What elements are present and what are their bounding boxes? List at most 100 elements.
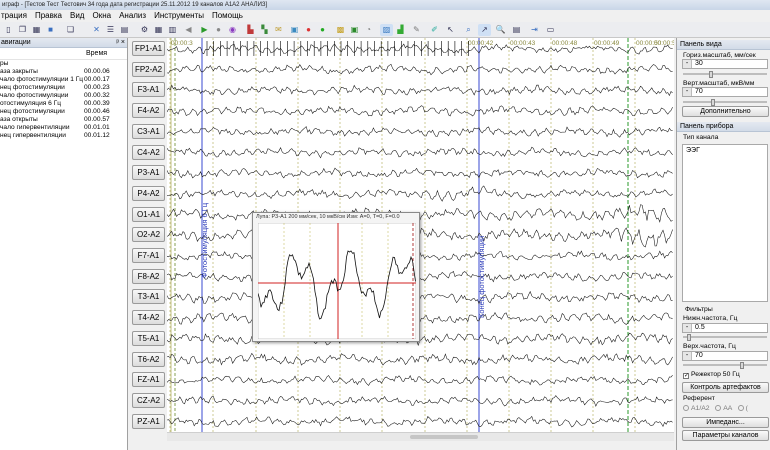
settings-icon[interactable]: ⚙: [138, 24, 151, 36]
impedance-button[interactable]: Импеданс...: [682, 417, 769, 428]
hscale-spinbox[interactable]: - 30: [682, 59, 768, 69]
zoom-icon[interactable]: ⌕: [462, 24, 475, 36]
export-icon[interactable]: ⇥: [528, 24, 541, 36]
map-icon[interactable]: ▦: [30, 24, 43, 36]
channel-label-f8-a2[interactable]: F8-A2: [132, 268, 165, 284]
spectrum-icon[interactable]: ▙: [244, 24, 257, 36]
channel-label-c4-a2[interactable]: C4-A2: [132, 144, 165, 160]
time-column-header[interactable]: Время: [86, 48, 107, 60]
artifact-control-button[interactable]: Контроль артефактов: [682, 382, 769, 393]
menu-view[interactable]: Вид: [70, 10, 84, 22]
pin-close-icon[interactable]: ᵖ ×: [116, 38, 125, 48]
channel-params-button[interactable]: Параметры каналов: [682, 430, 769, 441]
horizontal-scrollbar[interactable]: [167, 432, 674, 441]
menu-help[interactable]: Помощь: [212, 10, 243, 22]
folder-icon[interactable]: ▨: [380, 24, 393, 36]
slider-knob[interactable]: [687, 334, 691, 341]
tools-icon[interactable]: ✕: [90, 24, 103, 36]
highfreq-slider[interactable]: [683, 362, 767, 369]
channel-label-p4-a2[interactable]: P4-A2: [132, 185, 165, 201]
play-icon[interactable]: ▶: [198, 24, 211, 36]
monitor-icon[interactable]: ▭: [544, 24, 557, 36]
channel-label-t5-a1[interactable]: T5-A1: [132, 330, 165, 346]
channel-label-fp2-a2[interactable]: FP2-A2: [132, 61, 165, 77]
channel-label-f3-a1[interactable]: F3-A1: [132, 82, 165, 98]
event-row[interactable]: чало гипервентиляции 00.01.01: [0, 124, 127, 132]
stats-icon[interactable]: ▟: [394, 24, 407, 36]
menu-tools[interactable]: Инструменты: [154, 10, 204, 22]
pointer-icon[interactable]: ↖: [444, 24, 457, 36]
grid-icon[interactable]: ▦: [152, 24, 165, 36]
channel-label-pz-a1[interactable]: PZ-A1: [132, 413, 165, 429]
mail-icon[interactable]: ✉: [272, 24, 285, 36]
print-icon[interactable]: ▤: [510, 24, 523, 36]
channel-label-o1-a1[interactable]: O1-A1: [132, 206, 165, 222]
vscale-decrement-button[interactable]: -: [683, 88, 692, 96]
slider-knob[interactable]: [740, 362, 744, 369]
red-circle-icon[interactable]: ●: [302, 24, 315, 36]
notch-filter-checkbox[interactable]: ✓ Режектор 50 Гц: [683, 371, 740, 379]
list-icon[interactable]: ☰: [104, 24, 117, 36]
lowfreq-spinbox[interactable]: - 0.5: [682, 323, 768, 333]
radio-a1a2[interactable]: [683, 405, 689, 411]
scrollbar-thumb[interactable]: [410, 435, 478, 439]
highfreq-spinbox[interactable]: - 70: [682, 351, 768, 361]
magnifier-icon[interactable]: 🔍: [494, 24, 507, 36]
vscale-spinbox[interactable]: - 70: [682, 87, 768, 97]
radio-other[interactable]: [737, 405, 744, 411]
eeg-trace-area[interactable]: 00:00:3 00:00:42 00:00:43 00:00:48 00:00:49 0…: [167, 38, 674, 432]
image-icon[interactable]: ▣: [288, 24, 301, 36]
channel-label-p3-a1[interactable]: P3-A1: [132, 165, 165, 181]
pencil-icon[interactable]: ✎: [410, 24, 423, 36]
new-window-icon[interactable]: ❐: [16, 24, 29, 36]
channel-label-f4-a2[interactable]: F4-A2: [132, 103, 165, 119]
layout-icon[interactable]: ▥: [166, 24, 179, 36]
lowfreq-decrement-button[interactable]: -: [683, 324, 692, 332]
highfreq-decrement-button[interactable]: -: [683, 352, 692, 360]
channel-label-fp1-a1[interactable]: FP1-A1: [132, 41, 165, 56]
checkbox-checked-icon[interactable]: ✓: [683, 373, 689, 379]
more-button[interactable]: Дополнительно: [682, 106, 769, 117]
event-row[interactable]: чало фотостимуляции 00.00.32: [0, 92, 127, 100]
record-icon[interactable]: ●: [212, 24, 225, 36]
radio-aa[interactable]: [715, 405, 722, 411]
event-row[interactable]: чало фотостимуляции 1 Гц 00.00.17: [0, 76, 127, 84]
slider-knob[interactable]: [711, 99, 715, 106]
channel-label-t3-a1[interactable]: T3-A1: [132, 289, 165, 305]
arrow-left-icon[interactable]: ◀: [182, 24, 195, 36]
channel-type-list[interactable]: ЭЭГ: [682, 144, 768, 302]
brush-icon[interactable]: ✐: [428, 24, 441, 36]
circle-icon[interactable]: ◉: [226, 24, 239, 36]
event-row[interactable]: аза открыты 00.00.57: [0, 116, 127, 124]
cursor-icon[interactable]: ↗: [478, 24, 491, 36]
chart-icon[interactable]: ▚: [258, 24, 271, 36]
stop-icon[interactable]: ■: [44, 24, 57, 36]
green-circle-icon[interactable]: ●: [316, 24, 329, 36]
doc-icon[interactable]: ▯: [2, 24, 15, 36]
menu-analysis[interactable]: Анализ: [119, 10, 146, 22]
channel-label-t6-a2[interactable]: T6-A2: [132, 351, 165, 367]
menu-edit[interactable]: Правка: [35, 10, 62, 22]
menu-windows[interactable]: Окна: [92, 10, 111, 22]
event-row[interactable]: отостимуляция 6 Гц 00.00.39: [0, 100, 127, 108]
table-icon[interactable]: ▤: [118, 24, 131, 36]
blocks-icon[interactable]: ▩: [334, 24, 347, 36]
channel-type-value[interactable]: ЭЭГ: [686, 147, 700, 154]
hscale-slider[interactable]: [683, 71, 767, 78]
channel-label-c3-a1[interactable]: C3-A1: [132, 123, 165, 139]
event-row[interactable]: нец фотостимуляции 00.00.23: [0, 84, 127, 92]
event-row[interactable]: ры: [0, 60, 127, 68]
vscale-slider[interactable]: [683, 99, 767, 106]
lowfreq-slider[interactable]: [683, 334, 767, 341]
channel-label-fz-a1[interactable]: FZ-A1: [132, 372, 165, 388]
channel-label-o2-a2[interactable]: O2-A2: [132, 227, 165, 243]
gauge-icon[interactable]: ◔: [362, 24, 375, 36]
channel-label-cz-a2[interactable]: CZ-A2: [132, 392, 165, 408]
photo-icon[interactable]: ▣: [348, 24, 361, 36]
menu-registration[interactable]: трация: [1, 10, 27, 22]
hscale-decrement-button[interactable]: -: [683, 60, 692, 68]
event-row[interactable]: аза закрыты 00.00.06: [0, 68, 127, 76]
loupe-window[interactable]: Лупа: P3-A1 200 мм/сек, 10 мкВ/см Изм: A…: [252, 212, 420, 342]
slider-knob[interactable]: [709, 71, 713, 78]
copy-icon[interactable]: ❏: [64, 24, 77, 36]
